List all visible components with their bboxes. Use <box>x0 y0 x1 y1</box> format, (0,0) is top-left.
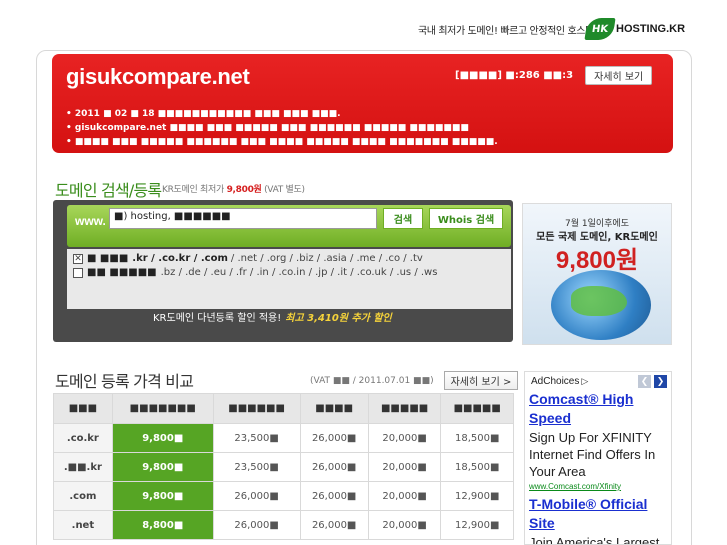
price-detail-button[interactable]: 자세히 보기 > <box>443 371 519 390</box>
price-cell: 26,000■ <box>212 510 301 540</box>
www-label: www. <box>75 214 106 228</box>
price-cell: 18,500■ <box>440 452 514 482</box>
tld-cell: .com <box>53 481 113 511</box>
ad-next-button[interactable]: ❯ <box>654 375 667 388</box>
price-cell: 12,900■ <box>440 481 514 511</box>
header-detail-button[interactable]: 자세히 보기 <box>585 66 653 85</box>
tld-cell: .net <box>53 510 113 540</box>
top-banner-tagline: 국내 최저가 도메인! 빠르고 안정적인 호스팅! <box>418 25 598 37</box>
price-cell: 12,900■ <box>440 510 514 540</box>
price-cell: 20,000■ <box>367 423 442 453</box>
info-line: • 2011 ■ 02 ■ 18 ■■■■■■■■■■■ ■■■ ■■■ ■■■… <box>66 109 341 119</box>
table-row: .com 9,800■ 26,000■ 26,000■ 20,000■ 12,9… <box>53 481 514 511</box>
price-cell: 23,500■ <box>212 423 301 453</box>
price-cell: 9,800■ <box>111 423 214 453</box>
tld-row-main-list: / .net / .org / .biz / .asia / .me / .co… <box>230 253 423 264</box>
ad-title-link[interactable]: T-Mobile® Official Site <box>529 495 669 533</box>
tld-row-other: ■■ ■■■■■ .bz / .de / .eu / .fr / .in / .… <box>73 267 437 278</box>
table-header: ■■■■■■■ <box>111 393 214 424</box>
page: 국내 최저가 도메인! 빠르고 안정적인 호스팅! HK HOSTING.KR … <box>0 0 727 545</box>
globe-icon <box>551 270 651 340</box>
price-promo-banner[interactable]: 7월 1일이후에도 모든 국제 도메인, KR도메인 9,800원 <box>522 203 672 345</box>
top-ad-banner[interactable]: 국내 최저가 도메인! 빠르고 안정적인 호스팅! HK HOSTING.KR <box>418 16 685 42</box>
tld-cell: .co.kr <box>53 423 113 453</box>
price-compare-table: ■■■ ■■■■■■■ ■■■■■■ ■■■■ ■■■■■ ■■■■■ .co.… <box>53 393 514 540</box>
site-title: gisukcompare.net <box>66 64 250 89</box>
price-cell: 26,000■ <box>299 452 369 482</box>
price-cell: 26,000■ <box>299 510 369 540</box>
table-row: .■■.kr 9,800■ 23,500■ 26,000■ 20,000■ 18… <box>53 452 514 482</box>
ad-prev-button[interactable]: ❮ <box>638 375 651 388</box>
other-tld-checkbox[interactable] <box>73 267 83 278</box>
tld-row-other-list: .bz / .de / .eu / .fr / .in / .co.in / .… <box>160 267 438 278</box>
search-bar: www. ■) hosting, ■■■■■■ 검색 Whois 검색 <box>67 205 511 247</box>
table-row: .net 8,800■ 26,000■ 26,000■ 20,000■ 12,9… <box>53 510 514 540</box>
search-section-subtitle: KR도메인 최저가 9,800원 (VAT 별도) <box>162 182 305 195</box>
table-header: ■■■■■■ <box>212 393 301 424</box>
price-cell: 23,500■ <box>212 452 301 482</box>
adchoices-text: AdChoices <box>531 376 580 387</box>
price-compare-title: 도메인 등록 가격 비교 <box>55 372 194 391</box>
price-cell: 20,000■ <box>367 481 442 511</box>
search-button[interactable]: 검색 <box>383 208 423 229</box>
table-header: ■■■■■ <box>367 393 442 424</box>
price-cell: 8,800■ <box>111 510 214 540</box>
tld-row-other-label: ■■ ■■■■■ <box>87 267 157 278</box>
tld-cell: .■■.kr <box>53 452 113 482</box>
table-header: ■■■■ <box>299 393 369 424</box>
search-section-title: 도메인 검색/등록 <box>55 181 162 200</box>
subtitle-suffix: (VAT 별도) <box>264 185 305 195</box>
price-compare-meta: (VAT ■■ / 2011.07.01 ■■) <box>310 375 434 386</box>
price-cell: 26,000■ <box>299 423 369 453</box>
info-line: • ■■■■ ■■■ ■■■■■ ■■■■■■ ■■■ ■■■■ ■■■■■ ■… <box>66 137 498 147</box>
header-stats-group: [■■■■] ■:286 ■■:3 자세히 보기 <box>455 66 653 85</box>
ad-url-link[interactable]: www.Comcast.com/Xfinity <box>529 482 621 491</box>
price-cell: 20,000■ <box>367 452 442 482</box>
price-cell: 18,500■ <box>440 423 514 453</box>
whois-search-button[interactable]: Whois 검색 <box>429 208 503 229</box>
ad-body-text: Join America's Largest <box>529 535 660 545</box>
domain-search-box: www. ■) hosting, ■■■■■■ 검색 Whois 검색 ■ ■■… <box>53 200 513 342</box>
ad-body-text: Sign Up For XFINITY Internet Find Offers… <box>529 430 656 479</box>
domain-search-input[interactable]: ■) hosting, ■■■■■■ <box>109 208 377 229</box>
multi-year-promo[interactable]: KR도메인 다년등록 할인 적용! 최고 3,410원 추가 할인 <box>153 306 413 326</box>
tld-row-main-label: ■ ■■■ <box>87 253 129 264</box>
table-header-row: ■■■ ■■■■■■■ ■■■■■■ ■■■■ ■■■■■ ■■■■■ <box>53 393 514 424</box>
promo-highlight: 최고 3,410원 추가 할인 <box>285 312 392 324</box>
price-compare-meta-group: (VAT ■■ / 2011.07.01 ■■) 자세히 보기 > <box>310 371 519 390</box>
adchoices-label[interactable]: AdChoices ▷ <box>531 376 588 387</box>
table-header: ■■■ <box>53 393 113 424</box>
adchoices-icon: ▷ <box>581 376 589 386</box>
hk-logo-text: HOSTING.KR <box>616 23 686 35</box>
promo-text: KR도메인 다년등록 할인 적용! <box>153 312 282 324</box>
price-cell: 9,800■ <box>111 481 214 511</box>
info-line: • gisukcompare.net ■■■■ ■■■ ■■■■■ ■■■ ■■… <box>66 123 469 133</box>
ad-title-link[interactable]: Comcast® High Speed <box>529 390 669 428</box>
main-tld-checkbox[interactable] <box>73 253 83 264</box>
table-row: .co.kr 9,800■ 23,500■ 26,000■ 20,000■ 18… <box>53 423 514 453</box>
subtitle-prefix: KR도메인 최저가 <box>162 185 224 195</box>
price-cell: 9,800■ <box>111 452 214 482</box>
hk-leaf-icon: HK <box>584 18 616 40</box>
price-cell: 20,000■ <box>367 510 442 540</box>
tld-row-main-strong: .kr / .co.kr / .com <box>132 253 228 264</box>
hk-hosting-logo[interactable]: HK HOSTING.KR <box>584 16 686 42</box>
domain-info-header: gisukcompare.net [■■■■] ■:286 ■■:3 자세히 보… <box>52 54 673 153</box>
ad-column: AdChoices ▷ ❮ ❯ Comcast® High Speed Sign… <box>524 371 672 545</box>
subtitle-price: 9,800원 <box>226 185 262 195</box>
price-cell: 26,000■ <box>212 481 301 511</box>
header-info-lines: • 2011 ■ 02 ■ 18 ■■■■■■■■■■■ ■■■ ■■■ ■■■… <box>66 107 498 149</box>
table-header: ■■■■■ <box>440 393 514 424</box>
tld-row-main: ■ ■■■ .kr / .co.kr / .com / .net / .org … <box>73 253 423 264</box>
header-stats: [■■■■] ■:286 ■■:3 <box>455 70 574 81</box>
price-cell: 26,000■ <box>299 481 369 511</box>
tld-selection-area: ■ ■■■ .kr / .co.kr / .com / .net / .org … <box>67 249 511 309</box>
